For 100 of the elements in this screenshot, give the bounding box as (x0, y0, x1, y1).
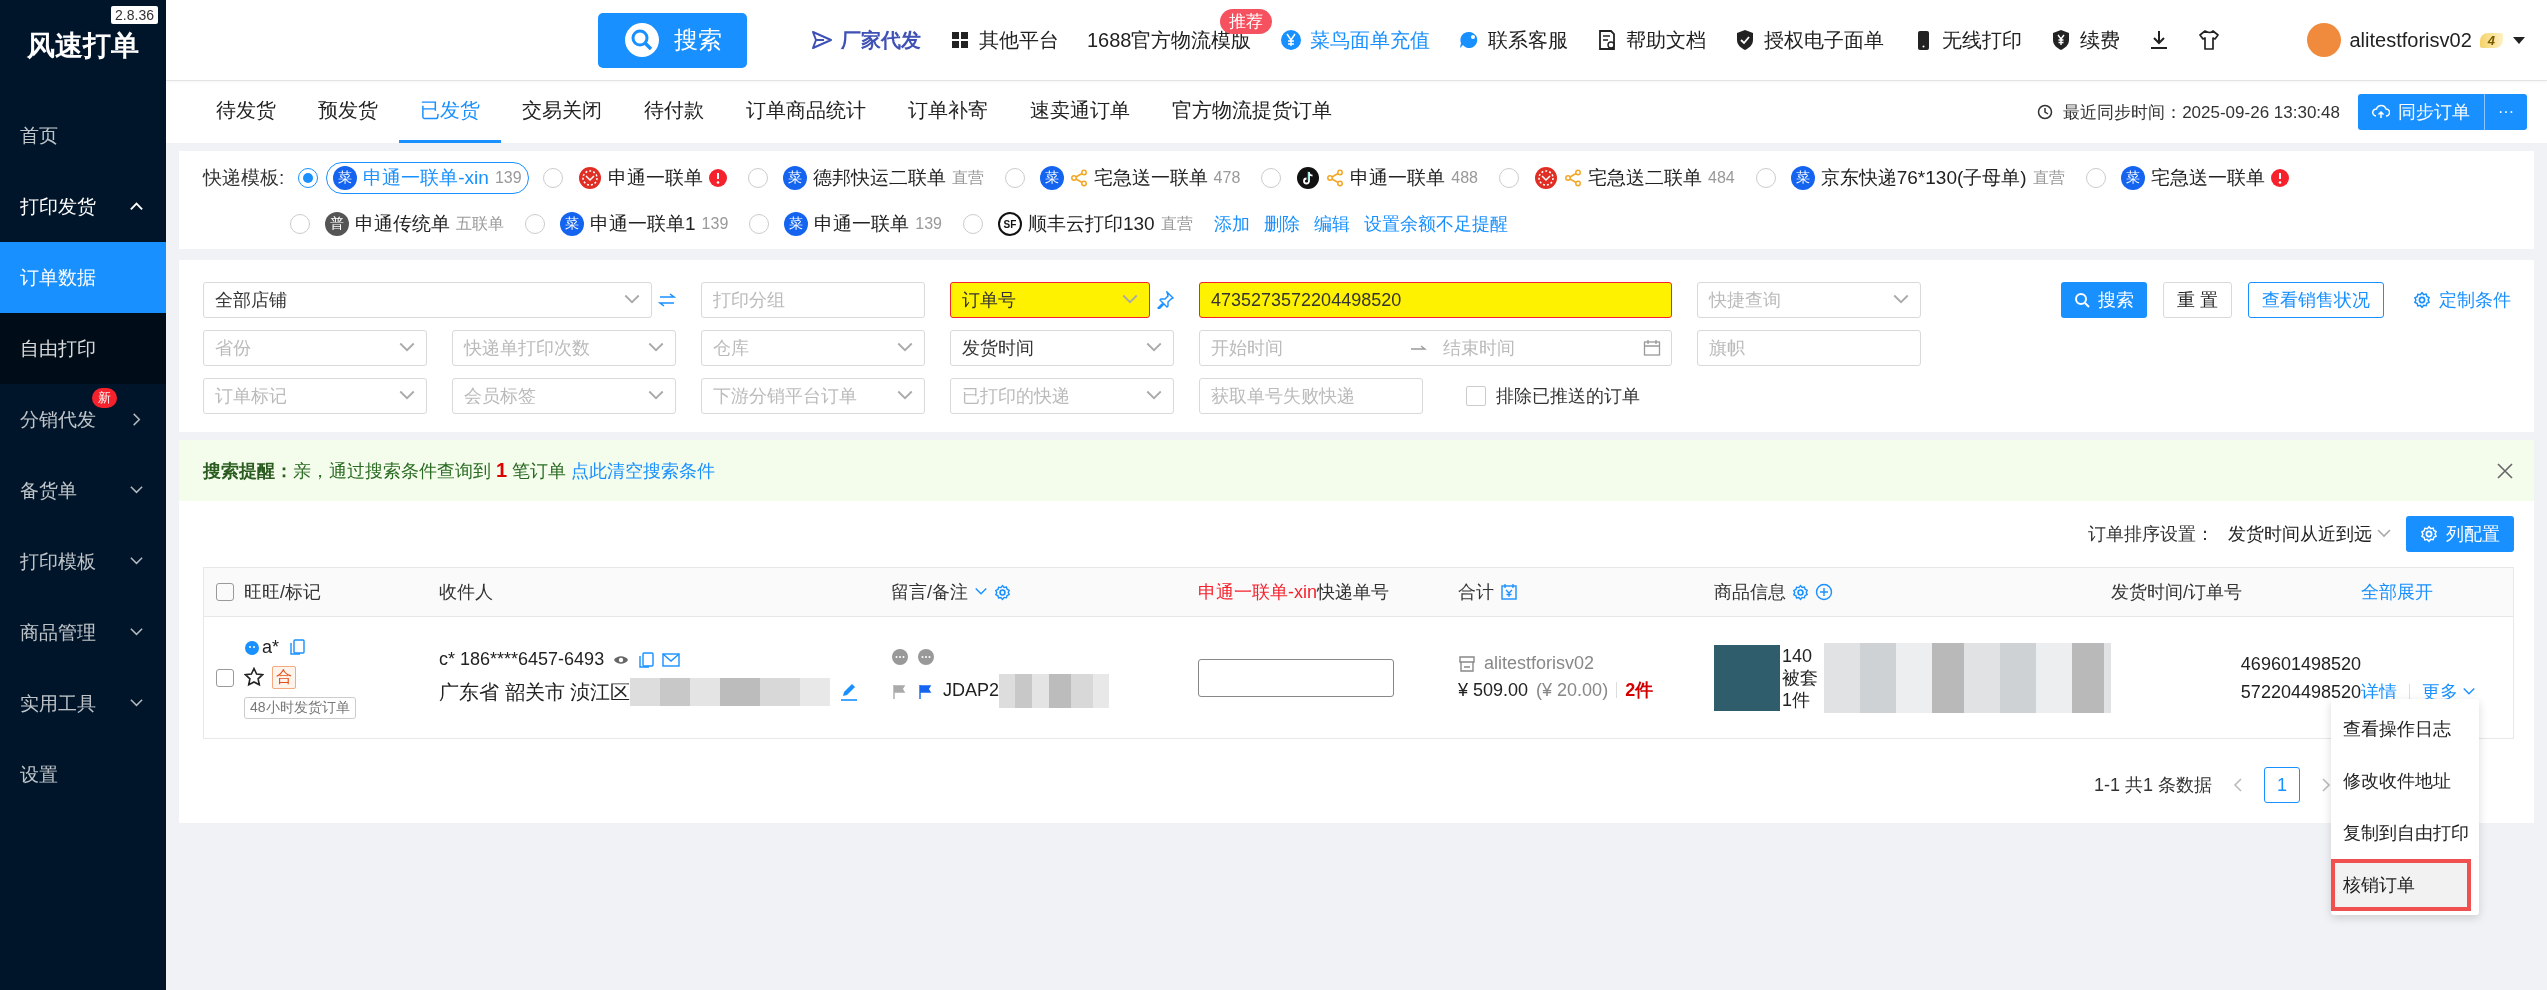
recipient-phone: c* 186****6457-6493 (439, 649, 605, 670)
toolbar-link[interactable]: 联系客服 (1457, 26, 1568, 54)
toolbar-link[interactable]: 其他平台 (949, 26, 1059, 54)
flag-icon (917, 682, 933, 699)
calendar-icon (1643, 339, 1661, 357)
sidebar-item[interactable]: 首页 (0, 100, 166, 171)
version-badge: 2.8.36 (111, 6, 158, 24)
sidebar-item[interactable]: 分销代发 新 (0, 384, 166, 455)
tracking-number-input[interactable] (1198, 658, 1394, 697)
sort-select[interactable]: 发货时间从近到远 (2228, 522, 2392, 546)
template-option[interactable]: 菜 申通一联单 139 (777, 208, 949, 240)
settings-icon[interactable] (1792, 583, 1809, 601)
product-text: 1件 (1782, 688, 1811, 711)
avatar[interactable] (2307, 23, 2342, 57)
edit-icon[interactable] (840, 683, 859, 701)
star-icon[interactable] (244, 667, 264, 687)
menu-item[interactable]: 核销订单 (2331, 859, 2471, 911)
tab[interactable]: 订单商品统计 (725, 81, 887, 143)
vip-badge: 4 (2479, 32, 2503, 48)
settings-icon[interactable] (994, 583, 1011, 601)
column-header: 旺旺/标记 (244, 581, 321, 604)
courier-logo: 菜 (782, 166, 807, 190)
sort-label: 订单排序设置： (2088, 523, 2214, 546)
order-amount: ¥ 509.00 (1458, 679, 1529, 701)
user-name: alitestforisv02 (2349, 28, 2472, 52)
input-field[interactable]: 旗帜 (1697, 330, 1921, 366)
column-header: 商品信息 (1714, 581, 1786, 604)
toolbar-link[interactable]: 无线打印 (1911, 26, 2022, 54)
sidebar-item[interactable]: 打印模板 (0, 526, 166, 597)
menu-item[interactable]: 修改收件地址 (2331, 755, 2479, 807)
courier-logo: 菜 (560, 212, 584, 236)
toolbar-link[interactable]: 授权电子面单 (1733, 26, 1884, 54)
menu-item[interactable]: 复制到自由打印 (2331, 807, 2479, 859)
order-tag: 48小时发货订单 (244, 696, 356, 719)
sidebar-item[interactable]: 备货单 (0, 455, 166, 526)
column-header: 留言/备注 (891, 581, 968, 604)
input-field[interactable]: 打印分组 (701, 282, 925, 318)
select-field[interactable]: 全部店铺 (203, 282, 652, 318)
template-option[interactable]: 申通一联单 488 (1289, 162, 1485, 194)
pin-icon[interactable] (1156, 291, 1174, 309)
toolbar-link[interactable]: 帮助文档 (1595, 26, 1706, 54)
menu-item[interactable]: 查看操作日志 (2331, 703, 2479, 755)
select-field[interactable]: 订单号 (950, 282, 1150, 318)
template-option[interactable]: 普 申通传统单 五联单 (318, 208, 511, 240)
sidebar-item[interactable]: 实用工具 (0, 668, 166, 739)
tab[interactable]: 预发货 (297, 81, 399, 143)
column-header: 合计 (1458, 581, 1494, 604)
send-icon (811, 29, 833, 51)
courier-logo: 菜 (1039, 166, 1064, 190)
courier-logo-icon (577, 166, 602, 190)
share-icon (1326, 169, 1345, 187)
column-header: 申通一联单-xin快递单号 (1198, 581, 1389, 604)
template-option[interactable]: SF 顺丰云打印130 直营 (991, 208, 1200, 240)
tab[interactable]: 待付款 (623, 81, 725, 143)
add-circle-icon[interactable] (1815, 583, 1833, 601)
template-option[interactable]: 菜 申通一联单1 139 (553, 208, 736, 240)
sidebar-item[interactable]: 打印发货 (0, 171, 166, 242)
sidebar-subitem[interactable]: 自由打印 (0, 313, 166, 384)
checkbox[interactable] (1466, 386, 1486, 406)
alert-icon (708, 169, 727, 187)
toolbar-link[interactable]: 厂家代发 (811, 26, 921, 54)
order-number: 572204498520 (2240, 680, 2361, 704)
buyer-name: a* (262, 636, 279, 658)
tab[interactable]: 交易关闭 (501, 81, 623, 143)
tab[interactable]: 订单补寄 (887, 81, 1009, 143)
tab[interactable]: 待发货 (195, 81, 297, 143)
tab[interactable]: 速卖通订单 (1009, 81, 1151, 143)
sidebar-item[interactable]: 设置 (0, 739, 166, 810)
swap-icon[interactable] (658, 291, 676, 309)
copy-icon[interactable] (289, 639, 305, 655)
clock-icon (2037, 104, 2054, 120)
template-option[interactable]: 宅急送二联单 484 (1527, 162, 1742, 194)
courier-logo: 普 (325, 212, 349, 236)
shirt-icon[interactable] (2197, 29, 2220, 51)
select-field[interactable]: 发货时间 (950, 330, 1174, 366)
template-option[interactable]: 菜 京东快递76*130(子母单) 直营 (1783, 162, 2072, 194)
toolbar-link[interactable]: 续费 (2049, 26, 2120, 54)
template-option[interactable]: 申通一联单 (570, 162, 734, 194)
close-icon[interactable] (2496, 461, 2514, 480)
template-option[interactable]: 菜 宅急送一联单 (2113, 162, 2296, 194)
checkbox[interactable] (216, 583, 234, 601)
template-option[interactable]: 菜 德邦快运二联单 直营 (775, 162, 991, 194)
template-option[interactable]: 菜 宅急送一联单 478 (1032, 162, 1248, 194)
tab[interactable]: 官方物流提货订单 (1151, 81, 1353, 143)
sidebar-item[interactable]: 商品管理 (0, 597, 166, 668)
input-field[interactable]: 获取单号失败快递 (1199, 378, 1423, 414)
last-sync-time: 最近同步时间：2025-09-26 13:30:48 (2063, 101, 2340, 124)
column-header: 发货时间/订单号 (2111, 581, 2242, 604)
message-icon (891, 647, 909, 666)
copy-icon[interactable] (638, 651, 655, 668)
mail-icon[interactable] (662, 650, 681, 669)
shop-icon (1458, 654, 1476, 673)
checkbox[interactable] (216, 668, 234, 687)
calendar-yen-icon[interactable] (1500, 583, 1518, 601)
grid-icon (949, 29, 971, 51)
share-icon (1564, 169, 1582, 187)
new-badge: 新 (92, 388, 117, 408)
reset-button[interactable]: 重 置 (2163, 282, 2232, 318)
input-field[interactable]: 4735273572204498520 (1199, 282, 1672, 318)
courier-logo: 菜 (1790, 166, 1815, 190)
